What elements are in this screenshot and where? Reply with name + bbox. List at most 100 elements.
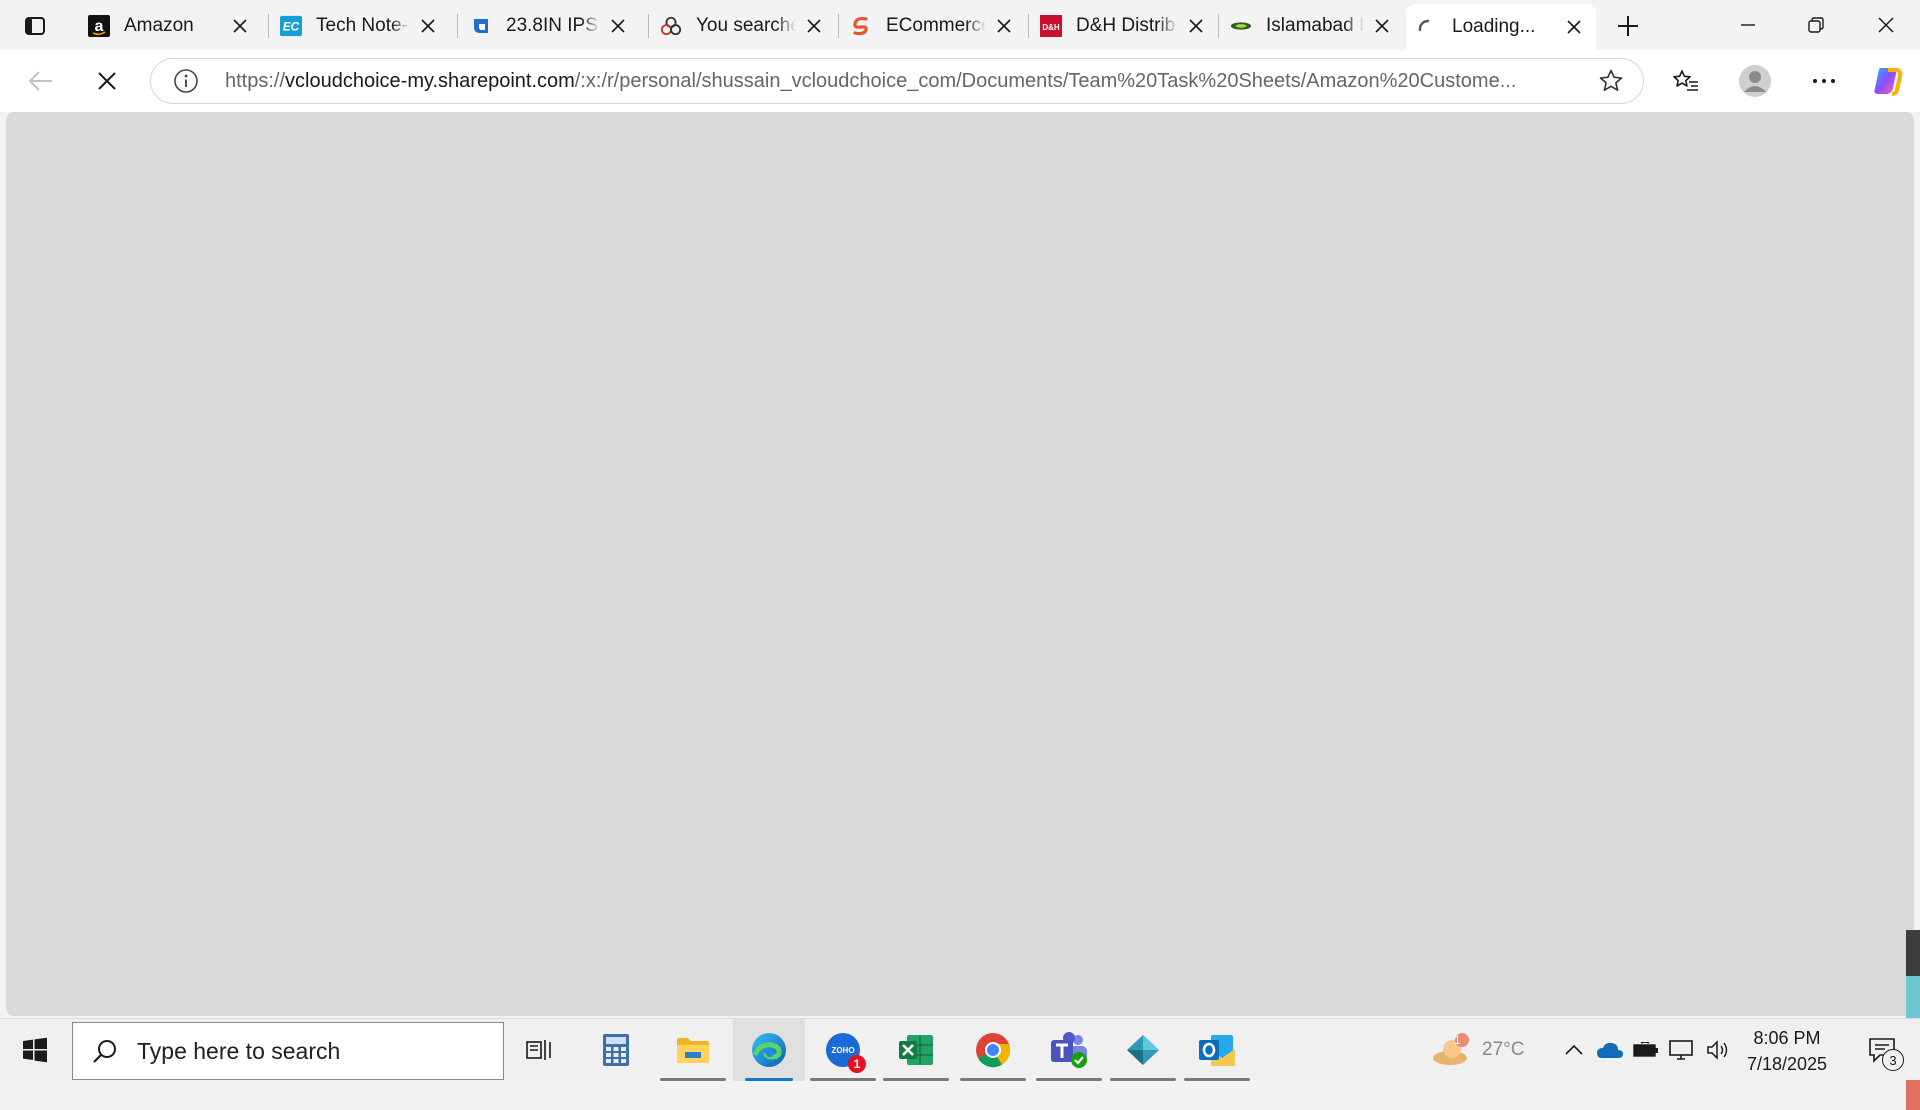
plus-icon <box>1618 16 1638 36</box>
start-button[interactable] <box>0 1019 70 1081</box>
tab-tech-note[interactable]: EC Tech Note- E <box>270 8 450 44</box>
tab-monitor[interactable]: 23.8IN IPS 5I <box>460 8 640 44</box>
close-icon[interactable] <box>1184 14 1208 38</box>
show-hidden-icons-button[interactable] <box>1556 1019 1592 1081</box>
address-bar[interactable]: https://vcloudchoice-my.sharepoint.com/:… <box>150 58 1644 104</box>
tab-islamabad[interactable]: Islamabad Ir <box>1220 8 1404 44</box>
tab-actions-button[interactable] <box>14 10 56 42</box>
taskbar-outlook[interactable] <box>1184 1019 1250 1081</box>
tab-you-searched[interactable]: You searched <box>650 8 836 44</box>
folder-icon <box>677 1038 709 1063</box>
minimize-icon <box>1741 24 1755 26</box>
tab-title: Amazon <box>124 15 194 36</box>
url-scheme: https:// <box>225 69 286 92</box>
tab-title: Islamabad Ir <box>1266 15 1364 36</box>
tab-title: ECommerce <box>886 15 986 36</box>
url-host: vcloudchoice-my.sharepoint.com <box>285 69 575 92</box>
close-icon[interactable] <box>992 14 1016 38</box>
tab-dh-distrib[interactable]: D&H D&H Distrib <box>1030 8 1218 44</box>
page-loading-area <box>6 112 1914 1016</box>
windows-taskbar: Type here to search ZOHO 1 1 27°C 8:06 P… <box>0 1018 1920 1081</box>
weather-alert-badge: 1 <box>1454 1033 1461 1047</box>
close-icon[interactable] <box>606 14 630 38</box>
close-icon <box>1878 17 1894 33</box>
new-tab-button[interactable] <box>1610 8 1646 44</box>
taskbar-file-explorer[interactable] <box>660 1019 726 1081</box>
close-icon[interactable] <box>1562 15 1586 39</box>
minimize-button[interactable] <box>1718 0 1778 50</box>
taskbar-chrome[interactable] <box>960 1019 1026 1081</box>
more-menu-button[interactable] <box>1803 60 1845 102</box>
back-button[interactable] <box>20 60 62 102</box>
chevron-up-icon <box>1565 1044 1583 1055</box>
url-text[interactable]: https://vcloudchoice-my.sharepoint.com/:… <box>225 70 1555 93</box>
taskbar-edge[interactable] <box>733 1019 805 1081</box>
tab-separator <box>648 14 649 38</box>
taskbar-kite[interactable] <box>1110 1019 1176 1081</box>
copilot-icon <box>1874 68 1903 96</box>
teams-icon <box>1051 1032 1087 1068</box>
stop-loading-button[interactable] <box>86 60 128 102</box>
favorites-button[interactable] <box>1665 60 1707 102</box>
copilot-button[interactable] <box>1866 60 1908 102</box>
search-site-icon <box>660 15 682 37</box>
tab-ecommerce[interactable]: ECommerce <box>840 8 1026 44</box>
tab-separator <box>1218 14 1219 38</box>
system-clock[interactable]: 8:06 PM 7/18/2025 <box>1732 1025 1842 1075</box>
close-icon[interactable] <box>228 14 252 38</box>
tab-title: You searched <box>696 15 796 36</box>
dh-icon: D&H <box>1040 15 1062 37</box>
amazon-icon: a <box>88 15 110 37</box>
restore-button[interactable] <box>1786 0 1846 50</box>
lenovo-icon <box>470 15 492 37</box>
browser-toolbar: https://vcloudchoice-my.sharepoint.com/:… <box>0 50 1920 112</box>
taskbar-teams[interactable] <box>1036 1019 1102 1081</box>
close-icon[interactable] <box>802 14 826 38</box>
more-icon <box>1813 79 1835 83</box>
tab-loading[interactable]: Loading... <box>1406 4 1596 50</box>
taskbar-calculator[interactable] <box>583 1019 649 1081</box>
close-icon[interactable] <box>416 14 440 38</box>
notification-center-button[interactable]: 3 <box>1852 1019 1912 1081</box>
dh-favicon-text: D&H <box>1042 23 1060 32</box>
tab-amazon[interactable]: a Amazon <box>78 8 262 44</box>
network-tray[interactable] <box>1664 1019 1700 1081</box>
close-window-button[interactable] <box>1856 0 1916 50</box>
clock-time: 8:06 PM <box>1753 1028 1821 1048</box>
zoho-label: ZOHO <box>831 1046 854 1055</box>
profile-button[interactable] <box>1734 60 1776 102</box>
search-placeholder: Type here to search <box>137 1037 341 1064</box>
tab-title: Tech Note- E <box>316 15 410 36</box>
taskbar-task-view[interactable] <box>506 1019 572 1081</box>
search-icon <box>77 1023 133 1079</box>
taskbar-zoho[interactable]: ZOHO 1 <box>810 1019 876 1081</box>
weather-widget[interactable]: 1 27°C <box>1430 1019 1524 1081</box>
ecommerce-icon <box>850 15 872 37</box>
back-arrow-icon <box>28 71 52 91</box>
tab-separator <box>838 14 839 38</box>
weather-temperature: 27°C <box>1482 1039 1525 1060</box>
tab-title: Loading... <box>1452 16 1536 37</box>
kite-icon <box>1127 1035 1159 1065</box>
onedrive-tray[interactable] <box>1592 1019 1628 1081</box>
taskbar-search-box[interactable]: Type here to search <box>72 1022 504 1080</box>
tab-title: D&H Distrib <box>1076 15 1176 36</box>
onedrive-cloud-icon <box>1597 1042 1623 1058</box>
battery-tray[interactable] <box>1628 1019 1664 1081</box>
tab-separator <box>457 14 458 38</box>
task-view-icon <box>526 1040 551 1060</box>
taskbar-excel[interactable] <box>883 1019 949 1081</box>
close-icon[interactable] <box>1370 14 1394 38</box>
close-icon <box>98 72 116 90</box>
avatar <box>1739 65 1771 97</box>
clock-date: 7/18/2025 <box>1746 1054 1828 1074</box>
favorite-star-icon[interactable] <box>1591 61 1631 101</box>
volume-tray[interactable] <box>1700 1019 1736 1081</box>
svg-text:EC: EC <box>283 20 300 34</box>
tab-separator <box>1028 14 1029 38</box>
outlook-icon <box>1199 1035 1235 1066</box>
chrome-icon <box>976 1033 1011 1068</box>
battery-icon <box>1633 1042 1658 1057</box>
info-icon[interactable] <box>159 59 213 103</box>
tab-title: 23.8IN IPS 5I <box>506 15 600 36</box>
